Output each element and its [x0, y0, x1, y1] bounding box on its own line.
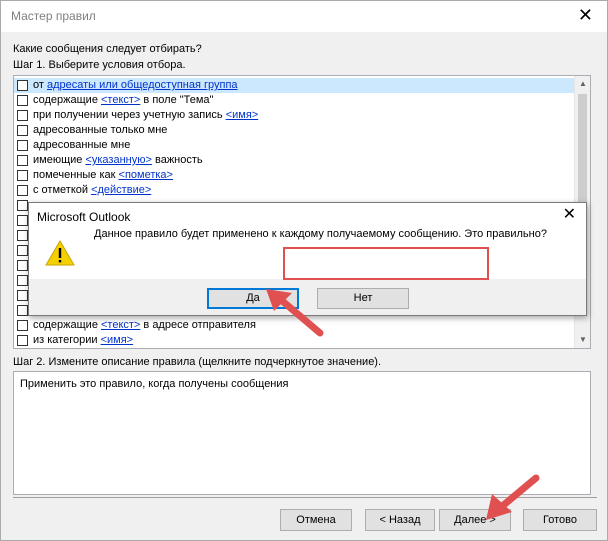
condition-checkbox[interactable] [17, 290, 28, 301]
condition-value-link[interactable]: адресаты или общедоступная группа [47, 79, 238, 91]
step2-label: Шаг 2. Измените описание правила (щелкни… [13, 356, 382, 368]
title-bar: Мастер правил ✕ [1, 1, 607, 32]
dialog-title: Microsoft Outlook [37, 210, 131, 224]
condition-checkbox[interactable] [17, 185, 28, 196]
condition-checkbox[interactable] [17, 155, 28, 166]
dialog-message: Данное правило будет применено к каждому… [94, 228, 547, 240]
list-item[interactable]: от адресаты или общедоступная группа [14, 78, 574, 93]
condition-label: от адресаты или общедоступная группа [33, 79, 238, 91]
condition-label: помеченные как <пометка> [33, 169, 173, 181]
condition-value-link[interactable]: <текст> [101, 319, 140, 331]
condition-value-link[interactable]: <имя> [226, 109, 259, 121]
condition-text: содержащие [33, 319, 101, 331]
condition-value-link[interactable]: <действие> [91, 184, 151, 196]
back-button[interactable]: < Назад [365, 509, 435, 531]
condition-text: имеющие [33, 154, 86, 166]
condition-label: из категории <имя> [33, 334, 133, 346]
rule-description-text: Применить это правило, когда получены со… [20, 378, 289, 390]
condition-value-link[interactable]: <текст> [101, 94, 140, 106]
list-item[interactable]: адресованные мне [14, 138, 574, 153]
condition-checkbox[interactable] [17, 125, 28, 136]
condition-checkbox[interactable] [17, 230, 28, 241]
condition-checkbox[interactable] [17, 245, 28, 256]
condition-value-link[interactable]: <имя> [101, 334, 134, 346]
condition-checkbox[interactable] [17, 95, 28, 106]
condition-checkbox[interactable] [17, 215, 28, 226]
condition-text: содержащие [33, 94, 101, 106]
condition-text: помеченные как [33, 169, 119, 181]
scroll-up-icon[interactable]: ▲ [575, 76, 590, 92]
annotation-highlight-box [283, 247, 489, 280]
condition-label: при получении через учетную запись <имя> [33, 109, 258, 121]
condition-checkbox[interactable] [17, 305, 28, 316]
list-item[interactable]: адресованные только мне [14, 123, 574, 138]
condition-checkbox[interactable] [17, 275, 28, 286]
annotation-arrow-next [486, 474, 540, 520]
condition-label: адресованные только мне [33, 124, 167, 136]
condition-text: в поле "Тема" [140, 94, 214, 106]
condition-checkbox[interactable] [17, 110, 28, 121]
window-close-icon[interactable]: ✕ [578, 6, 593, 24]
condition-text: важность [151, 154, 203, 166]
condition-text: при получении через учетную запись [33, 109, 226, 121]
cancel-button[interactable]: Отмена [280, 509, 352, 531]
list-item[interactable]: помеченные как <пометка> [14, 168, 574, 183]
condition-checkbox[interactable] [17, 260, 28, 271]
condition-text: с отметкой [33, 184, 92, 196]
condition-value-link[interactable]: <указанную> [85, 154, 151, 166]
scroll-down-icon[interactable]: ▼ [575, 332, 590, 348]
list-item[interactable]: с отметкой <действие> [14, 183, 574, 198]
condition-checkbox[interactable] [17, 140, 28, 151]
condition-checkbox[interactable] [17, 80, 28, 91]
condition-label: адресованные мне [33, 139, 130, 151]
annotation-arrow-yes [266, 289, 324, 337]
question-label: Какие сообщения следует отбирать? [13, 43, 202, 55]
list-item[interactable]: имеющие <указанную> важность [14, 153, 574, 168]
condition-label: содержащие <текст> в адресе отправителя [33, 319, 256, 331]
list-item[interactable]: при получении через учетную запись <имя> [14, 108, 574, 123]
warning-icon [45, 240, 75, 266]
dialog-title-bar: Microsoft Outlook ✕ [29, 203, 586, 231]
condition-text: от [33, 79, 47, 91]
dialog-close-icon[interactable]: ✕ [563, 207, 576, 223]
condition-checkbox[interactable] [17, 200, 28, 211]
condition-text: в адресе отправителя [140, 319, 256, 331]
condition-text: из категории [33, 334, 101, 346]
window-title: Мастер правил [11, 9, 96, 23]
condition-checkbox[interactable] [17, 335, 28, 346]
condition-text: адресованные мне [33, 139, 131, 151]
condition-checkbox[interactable] [17, 320, 28, 331]
condition-text: адресованные только мне [33, 124, 168, 136]
condition-value-link[interactable]: <пометка> [119, 169, 173, 181]
condition-label: имеющие <указанную> важность [33, 154, 203, 166]
condition-label: с отметкой <действие> [33, 184, 151, 196]
condition-checkbox[interactable] [17, 170, 28, 181]
condition-label: содержащие <текст> в поле "Тема" [33, 94, 213, 106]
step1-label: Шаг 1. Выберите условия отбора. [13, 59, 186, 71]
list-item[interactable]: содержащие <текст> в поле "Тема" [14, 93, 574, 108]
